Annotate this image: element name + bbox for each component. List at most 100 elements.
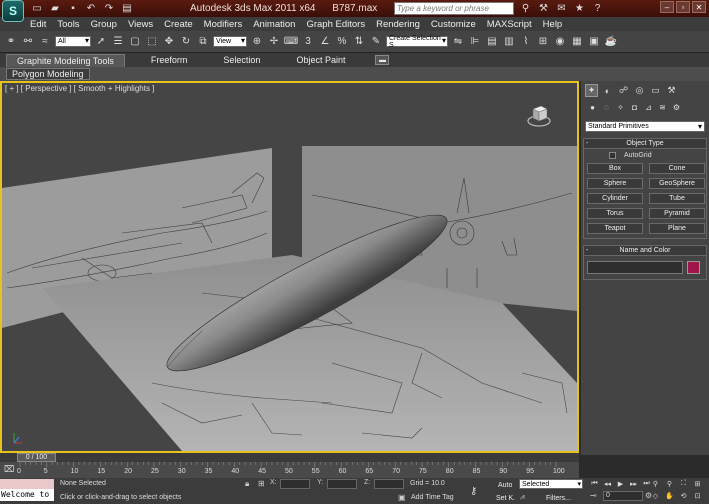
align-icon[interactable]: ⊫: [468, 35, 482, 49]
sphere-button[interactable]: Sphere: [587, 178, 643, 189]
help-icon[interactable]: ?: [590, 1, 605, 15]
rectangular-selection-icon[interactable]: ▢: [128, 35, 142, 49]
help-search-input[interactable]: Type a keyword or phrase: [394, 2, 514, 15]
manipulate-icon[interactable]: ✢: [267, 35, 281, 49]
menu-rendering[interactable]: Rendering: [376, 19, 420, 30]
move-icon[interactable]: ✥: [162, 35, 176, 49]
bind-space-warp-icon[interactable]: ≈: [38, 35, 52, 49]
filters-button[interactable]: Filters...: [546, 493, 571, 503]
torus-button[interactable]: Torus: [587, 208, 643, 219]
ribbon-options-icon[interactable]: ▬: [375, 55, 390, 65]
play-icon[interactable]: ▶: [615, 478, 626, 489]
menu-edit[interactable]: Edit: [30, 19, 46, 30]
primitive-category-dropdown[interactable]: Standard Primitives: [585, 121, 705, 132]
cone-button[interactable]: Cone: [649, 163, 705, 174]
space-warps-icon[interactable]: ≋: [657, 102, 668, 113]
pyramid-button[interactable]: Pyramid: [649, 208, 705, 219]
named-selection-dropdown[interactable]: Create Selection S: [386, 35, 448, 49]
new-file-icon[interactable]: ▭: [30, 3, 44, 15]
close-icon[interactable]: ✕: [692, 1, 706, 13]
curve-editor-icon[interactable]: ⌇: [519, 35, 533, 49]
pivot-center-icon[interactable]: ⊕: [250, 35, 264, 49]
next-frame-icon[interactable]: ▸▸: [628, 478, 639, 489]
lights-icon[interactable]: ✧: [615, 102, 626, 113]
orbit-icon[interactable]: ⟲: [677, 490, 690, 501]
ribbon-tab-graphite-modeling-tools[interactable]: Graphite Modeling Tools: [6, 53, 125, 67]
menu-views[interactable]: Views: [128, 19, 153, 30]
select-and-link-icon[interactable]: ⚭: [4, 35, 18, 49]
subscription-icon[interactable]: ⚒: [536, 1, 551, 15]
previous-frame-icon[interactable]: ◂◂: [602, 478, 613, 489]
menu-group[interactable]: Group: [91, 19, 117, 30]
menu-graph-editors[interactable]: Graph Editors: [306, 19, 365, 30]
save-icon[interactable]: ▪: [66, 3, 80, 15]
teapot-button[interactable]: Teapot: [587, 223, 643, 234]
viewport-label[interactable]: [ + ] [ Perspective ] [ Smooth + Highlig…: [5, 84, 154, 93]
cylinder-button[interactable]: Cylinder: [587, 193, 643, 204]
name-and-color-header[interactable]: - Name and Color: [584, 246, 706, 256]
maximize-icon[interactable]: ▫: [676, 1, 690, 13]
reference-coordinate-dropdown[interactable]: View: [213, 36, 247, 47]
select-by-name-icon[interactable]: ☰: [111, 35, 125, 49]
selection-filter-dropdown[interactable]: All: [55, 36, 91, 47]
communication-icon[interactable]: ✉: [554, 1, 569, 15]
lock-selection-icon[interactable]: 🔒︎: [245, 479, 249, 489]
percent-snap-icon[interactable]: %: [335, 35, 349, 49]
snaps-toggle-icon[interactable]: 3: [301, 35, 315, 49]
hierarchy-tab-icon[interactable]: ☍: [617, 84, 630, 97]
maximize-viewport-icon[interactable]: ⊡: [691, 490, 704, 501]
favorites-star-icon[interactable]: ★: [572, 1, 587, 15]
schematic-view-icon[interactable]: ⊞: [536, 35, 550, 49]
auto-key-button[interactable]: Auto: [498, 480, 512, 490]
tube-button[interactable]: Tube: [649, 193, 705, 204]
layer-manager-icon[interactable]: ▤: [485, 35, 499, 49]
menu-customize[interactable]: Customize: [431, 19, 476, 30]
menu-modifiers[interactable]: Modifiers: [204, 19, 243, 30]
utilities-tab-icon[interactable]: ⚒: [665, 84, 678, 97]
x-coordinate-field[interactable]: [280, 479, 310, 489]
key-icon[interactable]: ⚷: [470, 486, 477, 497]
material-editor-icon[interactable]: ◉: [553, 35, 567, 49]
key-mode-toggle-icon[interactable]: ⊸: [590, 491, 597, 500]
plane-button[interactable]: Plane: [649, 223, 705, 234]
rendered-frame-icon[interactable]: ▣: [587, 35, 601, 49]
shapes-icon[interactable]: ◌: [601, 102, 612, 113]
z-coordinate-field[interactable]: [374, 479, 404, 489]
perspective-viewport[interactable]: [ + ] [ Perspective ] [ Smooth + Highlig…: [0, 81, 579, 453]
modify-tab-icon[interactable]: ◐: [601, 84, 614, 97]
menu-help[interactable]: Help: [543, 19, 563, 30]
menu-create[interactable]: Create: [164, 19, 193, 30]
absolute-mode-icon[interactable]: ⊞: [258, 479, 265, 488]
display-tab-icon[interactable]: ▭: [649, 84, 662, 97]
viewcube-icon[interactable]: [527, 103, 551, 127]
render-setup-icon[interactable]: ▦: [570, 35, 584, 49]
unlink-icon[interactable]: ⚯: [21, 35, 35, 49]
render-production-icon[interactable]: ☕: [604, 35, 618, 49]
geosphere-button[interactable]: GeoSphere: [649, 178, 705, 189]
pan-icon[interactable]: ✋: [663, 490, 676, 501]
set-key-button[interactable]: Set K.: [496, 493, 515, 503]
helpers-icon[interactable]: ⊿: [643, 102, 654, 113]
object-type-header[interactable]: - Object Type: [584, 139, 706, 149]
ribbon-tab-freeform[interactable]: Freeform: [141, 54, 198, 67]
polygon-modeling-panel[interactable]: Polygon Modeling: [6, 68, 90, 80]
object-color-swatch[interactable]: [687, 261, 700, 274]
menu-tools[interactable]: Tools: [57, 19, 79, 30]
scale-icon[interactable]: ⧉: [196, 35, 210, 49]
mirror-icon[interactable]: ⇋: [451, 35, 465, 49]
track-bar[interactable]: ⌧ 0 5 10 15 20 25 30 35 40 45 50 55 60 65 70 75 80 85 90 95…: [0, 462, 579, 478]
key-mode-icon[interactable]: ⩘: [520, 492, 525, 502]
binoculars-icon[interactable]: ⚲: [518, 1, 533, 15]
menu-maxscript[interactable]: MAXScript: [487, 19, 532, 30]
time-slider[interactable]: 0 / 100: [0, 453, 579, 462]
angle-snap-icon[interactable]: ∠: [318, 35, 332, 49]
systems-icon[interactable]: ⚙: [671, 102, 682, 113]
box-button[interactable]: Box: [587, 163, 643, 174]
app-logo-icon[interactable]: S: [2, 0, 24, 22]
motion-tab-icon[interactable]: ◎: [633, 84, 646, 97]
graphite-toggle-icon[interactable]: ▥: [502, 35, 516, 49]
edit-named-selection-icon[interactable]: ✎: [369, 35, 383, 49]
add-time-tag[interactable]: Add Time Tag: [411, 494, 454, 501]
object-name-input[interactable]: [587, 261, 683, 274]
ribbon-tab-selection[interactable]: Selection: [213, 54, 270, 67]
